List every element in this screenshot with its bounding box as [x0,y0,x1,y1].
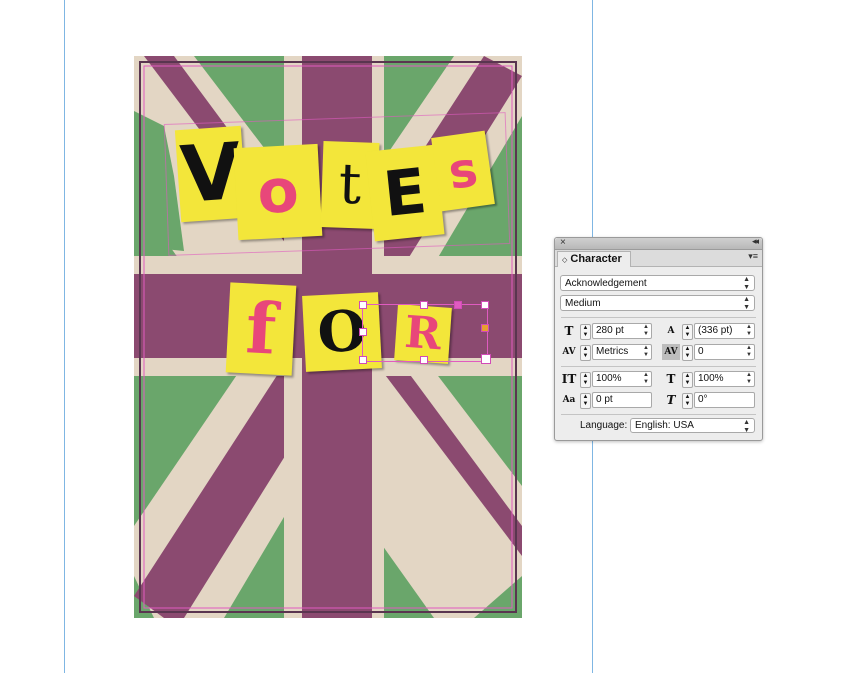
vertical-scale-icon: IT [561,372,577,386]
divider [561,317,756,318]
updown-arrows-icon: ▲ ▼ [643,372,649,385]
character-panel[interactable]: × ◂◂ ◇ Character ▾≡ Acknowledgement ▲ ▼ Me… [554,236,763,441]
scale-row: IT ▲ ▼ 100% ▲ ▼ T ▲ ▼ 100% ▲ ▼ [560,371,755,388]
baseline-shift-input[interactable]: 0 pt [592,392,652,408]
kerning-input[interactable]: Metrics ▲ ▼ [592,344,652,360]
kerning-stepper[interactable]: ▲ ▼ [580,345,591,361]
tracking-value: 0 [698,346,704,357]
tab-character-label: Character [570,253,622,265]
vertical-scale-input[interactable]: 100% ▲ ▼ [592,371,652,387]
baseline-shift-icon: Aa [562,395,576,405]
font-size-stepper[interactable]: ▲ ▼ [580,324,591,340]
resize-handle[interactable] [359,328,367,336]
collapse-icon[interactable]: ◂◂ [752,236,759,247]
font-family-select[interactable]: Acknowledgement ▲ ▼ [560,275,755,291]
vertical-scale-value: 100% [596,373,622,384]
letter-f: f [243,286,279,371]
tab-character[interactable]: ◇ Character [557,251,631,267]
horizontal-scale-icon: T [666,372,676,386]
language-value: English: USA [635,420,694,431]
resize-handle[interactable] [481,324,489,332]
close-icon[interactable]: × [560,237,566,248]
leading-input[interactable]: (336 pt) ▲ ▼ [694,323,755,339]
resize-handle[interactable] [420,301,428,309]
kerning-icon: AV [562,347,576,357]
updown-arrows-icon: ▲ ▼ [746,372,752,385]
updown-arrows-icon: ▲ ▼ [743,296,750,311]
language-select[interactable]: English: USA ▲ ▼ [630,418,755,434]
panel-menu-icon[interactable]: ▾≡ [748,251,758,262]
letter-tile-f[interactable]: f [225,282,297,376]
divider [561,414,756,415]
divider [561,366,756,367]
skew-input[interactable]: 0° [694,392,755,408]
font-style-value: Medium [565,298,601,309]
leading-stepper[interactable]: ▲ ▼ [682,324,693,340]
updown-arrows-icon: ▲ ▼ [643,324,649,337]
baseline-shift-value: 0 pt [596,394,613,405]
resize-handle[interactable] [481,301,489,309]
tracking-icon: AV [662,344,680,360]
left-guide [64,0,65,673]
leading-icon: A [667,326,675,336]
font-size-row: T ▲ ▼ 280 pt ▲ ▼ A ▲ ▼ (336 pt) ▲ ▼ [560,323,755,340]
horizontal-scale-input[interactable]: 100% ▲ ▼ [694,371,755,387]
skew-stepper[interactable]: ▲ ▼ [682,393,693,409]
kerning-value: Metrics [596,346,629,357]
font-family-value: Acknowledgement [565,278,647,289]
updown-arrows-icon: ▲ ▼ [643,345,649,358]
font-size-value: 280 pt [596,325,624,336]
resize-handle[interactable] [420,356,428,364]
panel-tab-bar: ◇ Character ▾≡ [555,250,762,267]
selection-frame-for[interactable] [362,304,488,362]
resize-handle[interactable] [454,301,462,309]
font-size-icon: T [564,324,574,338]
vertical-scale-stepper[interactable]: ▲ ▼ [580,372,591,388]
selection-frame-votes [163,112,511,256]
horizontal-scale-value: 100% [698,373,724,384]
leading-value: (336 pt) [698,325,733,336]
updown-arrows-icon: ▲ ▼ [743,276,750,291]
resize-handle[interactable] [481,354,491,364]
tracking-input[interactable]: 0 ▲ ▼ [694,344,755,360]
panel-title-bar[interactable]: × ◂◂ [555,236,762,250]
font-size-input[interactable]: 280 pt ▲ ▼ [592,323,652,339]
tracking-stepper[interactable]: ▲ ▼ [682,345,693,361]
language-label: Language: [580,420,628,431]
updown-arrows-icon: ▲ ▼ [746,324,752,337]
resize-handle[interactable] [359,356,367,364]
resize-handle[interactable] [359,301,367,309]
horizontal-scale-stepper[interactable]: ▲ ▼ [682,372,693,388]
baseline-shift-stepper[interactable]: ▲ ▼ [580,393,591,409]
updown-arrows-icon: ▲ ▼ [743,419,750,434]
baseline-row: Aa ▲ ▼ 0 pt T ▲ ▼ 0° [560,392,755,409]
poster-artboard[interactable]: V o t E s f O R [134,56,522,618]
updown-arrows-icon: ▲ ▼ [746,345,752,358]
tab-arrows-icon: ◇ [562,257,568,264]
skew-icon: T [666,393,676,407]
font-style-select[interactable]: Medium ▲ ▼ [560,295,755,311]
skew-value: 0° [698,394,708,405]
kerning-row: AV ▲ ▼ Metrics ▲ ▼ AV ▲ ▼ 0 ▲ ▼ [560,344,755,361]
